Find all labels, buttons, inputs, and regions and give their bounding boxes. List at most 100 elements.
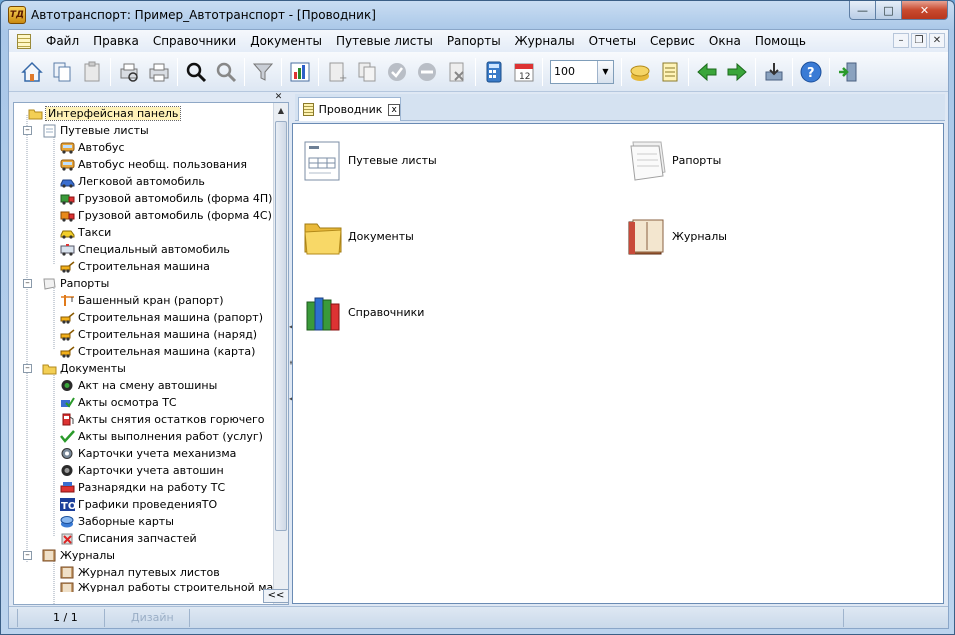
tree-group-label: Документы — [60, 362, 126, 375]
menu-statements[interactable]: Отчеты — [582, 34, 643, 48]
menu-edit[interactable]: Правка — [86, 34, 146, 48]
tree-item[interactable]: Акты выполнения работ (услуг) — [60, 428, 263, 445]
forward-arrow-icon[interactable] — [722, 57, 752, 87]
tree-collapse-toggle[interactable]: – — [23, 126, 32, 135]
tree-item[interactable]: Специальный автомобиль — [60, 241, 230, 258]
mdi-close-button[interactable]: ✕ — [929, 33, 945, 48]
help-icon[interactable]: ? — [796, 57, 826, 87]
back-arrow-icon[interactable] — [692, 57, 722, 87]
tree-group-waybills[interactable]: Путевые листы — [42, 122, 149, 139]
tree-group-journals[interactable]: Журналы — [42, 547, 115, 564]
chevron-down-icon[interactable]: ▼ — [597, 60, 613, 83]
transfer-icon[interactable] — [759, 57, 789, 87]
search-gray-icon[interactable] — [211, 57, 241, 87]
window-maximize-button[interactable]: □ — [876, 1, 902, 20]
menu-references[interactable]: Справочники — [146, 34, 243, 48]
menu-windows[interactable]: Окна — [702, 34, 748, 48]
tree-item[interactable]: Разнарядки на работу ТС — [60, 479, 225, 496]
home-icon[interactable] — [17, 57, 47, 87]
tree-item[interactable]: Карточки учета механизма — [60, 445, 236, 462]
explorer-item-reports[interactable]: Рапорты — [625, 138, 721, 182]
menu-journals[interactable]: Журналы — [508, 34, 582, 48]
print-preview-icon[interactable] — [114, 57, 144, 87]
tree-item[interactable]: Заборные карты — [60, 513, 174, 530]
title-bar[interactable]: ТД Автотранспорт: Пример_Автотранспорт -… — [1, 1, 954, 29]
tree-item[interactable]: Такси — [60, 224, 111, 241]
tree-item[interactable]: Автобус — [60, 139, 125, 156]
tree-item-label: Легковой автомобиль — [78, 175, 205, 188]
explorer-item-journals[interactable]: Журналы — [625, 214, 727, 258]
new-doc-icon[interactable]: + — [322, 57, 352, 87]
tree-item[interactable]: Списания запчастей — [60, 530, 197, 547]
tree-collapse-button[interactable]: << — [263, 589, 289, 603]
tree-item[interactable]: Автобус необщ. пользования — [60, 156, 247, 173]
tree-item[interactable]: Акт на смену автошины — [60, 377, 217, 394]
tree-item[interactable]: Башенный кран (рапорт) — [60, 292, 224, 309]
zoom-select[interactable]: 100 ▼ — [550, 59, 614, 84]
explorer-item-waybills[interactable]: Путевые листы — [301, 138, 437, 182]
menu-file[interactable]: Файл — [39, 34, 86, 48]
tree-collapse-toggle[interactable]: – — [23, 551, 32, 560]
notes-icon[interactable] — [625, 57, 655, 87]
toolbar-separator — [755, 57, 756, 86]
check-icon[interactable] — [382, 57, 412, 87]
tree-item[interactable]: Карточки учета автошин — [60, 462, 224, 479]
journal-book-icon — [625, 214, 669, 258]
filter-icon[interactable] — [248, 57, 278, 87]
menu-reports[interactable]: Рапорты — [440, 34, 508, 48]
tab-explorer[interactable]: Проводник x — [298, 97, 401, 121]
tree-panel-close-button[interactable]: ✕ — [273, 92, 284, 102]
tree-scrollbar[interactable]: ▲ ▼ — [273, 103, 288, 604]
window-minimize-button[interactable]: — — [849, 1, 876, 20]
explorer-item-references[interactable]: Справочники — [301, 290, 424, 334]
tree-item[interactable]: Строительная машина (рапорт) — [60, 309, 263, 326]
tab-label: Проводник — [318, 103, 383, 116]
status-separator — [17, 609, 18, 627]
tree-item-label: Акты снятия остатков горючего — [78, 413, 265, 426]
tree-group-documents[interactable]: Документы — [42, 360, 126, 377]
explorer-item-documents[interactable]: Документы — [301, 214, 414, 258]
tree-item[interactable]: Строительная машина — [60, 258, 210, 275]
tree-collapse-toggle[interactable]: – — [23, 364, 32, 373]
waybill-form-icon — [301, 138, 345, 182]
menu-documents[interactable]: Документы — [243, 34, 329, 48]
scrollbar-thumb[interactable] — [275, 121, 287, 531]
tree-item[interactable]: Журнал путевых листов — [60, 564, 220, 581]
minus-icon[interactable] — [412, 57, 442, 87]
tab-close-button[interactable]: x — [388, 103, 400, 116]
tree-item[interactable]: Журнал работы строительной машины — [60, 581, 274, 592]
calculator-icon[interactable] — [479, 57, 509, 87]
menu-help[interactable]: Помощь — [748, 34, 813, 48]
tree-view[interactable]: Интерфейсная панель – Путевые листы Авто… — [14, 103, 274, 604]
menu-service[interactable]: Сервис — [643, 34, 702, 48]
calendar-icon[interactable]: 12 — [509, 57, 539, 87]
tree-collapse-toggle[interactable]: – — [23, 279, 32, 288]
chart-icon[interactable] — [285, 57, 315, 87]
svg-text:12: 12 — [519, 72, 530, 82]
tree-item[interactable]: Грузовой автомобиль (форма 4П) — [60, 190, 272, 207]
tree-item[interactable]: Грузовой автомобиль (форма 4С) — [60, 207, 272, 224]
paste-icon[interactable] — [77, 57, 107, 87]
window-close-button[interactable]: ✕ — [902, 1, 948, 20]
tree-root[interactable]: Интерфейсная панель — [28, 105, 182, 122]
copy-docs-icon[interactable] — [47, 57, 77, 87]
copy-doc-icon[interactable] — [352, 57, 382, 87]
tree-item[interactable]: ТО Графики проведенияТО — [60, 496, 217, 513]
tree-item[interactable]: Строительная машина (наряд) — [60, 326, 257, 343]
document-menu-icon[interactable] — [17, 33, 31, 49]
mdi-restore-button[interactable]: ❐ — [911, 33, 927, 48]
tree-item[interactable]: Легковой автомобиль — [60, 173, 205, 190]
delete-doc-icon[interactable] — [442, 57, 472, 87]
menu-waybills[interactable]: Путевые листы — [329, 34, 440, 48]
tree-item[interactable]: Акты осмотра ТС — [60, 394, 177, 411]
document-icon[interactable] — [655, 57, 685, 87]
exit-icon[interactable] — [833, 57, 863, 87]
tree-item[interactable]: Акты снятия остатков горючего — [60, 411, 265, 428]
scroll-up-icon[interactable]: ▲ — [274, 103, 288, 119]
search-icon[interactable] — [181, 57, 211, 87]
tree-group-reports[interactable]: Рапорты — [42, 275, 109, 292]
mdi-minimize-button[interactable]: – — [893, 33, 909, 48]
tree-item[interactable]: Строительная машина (карта) — [60, 343, 255, 360]
print-icon[interactable] — [144, 57, 174, 87]
app-icon[interactable]: ТД — [8, 6, 26, 24]
